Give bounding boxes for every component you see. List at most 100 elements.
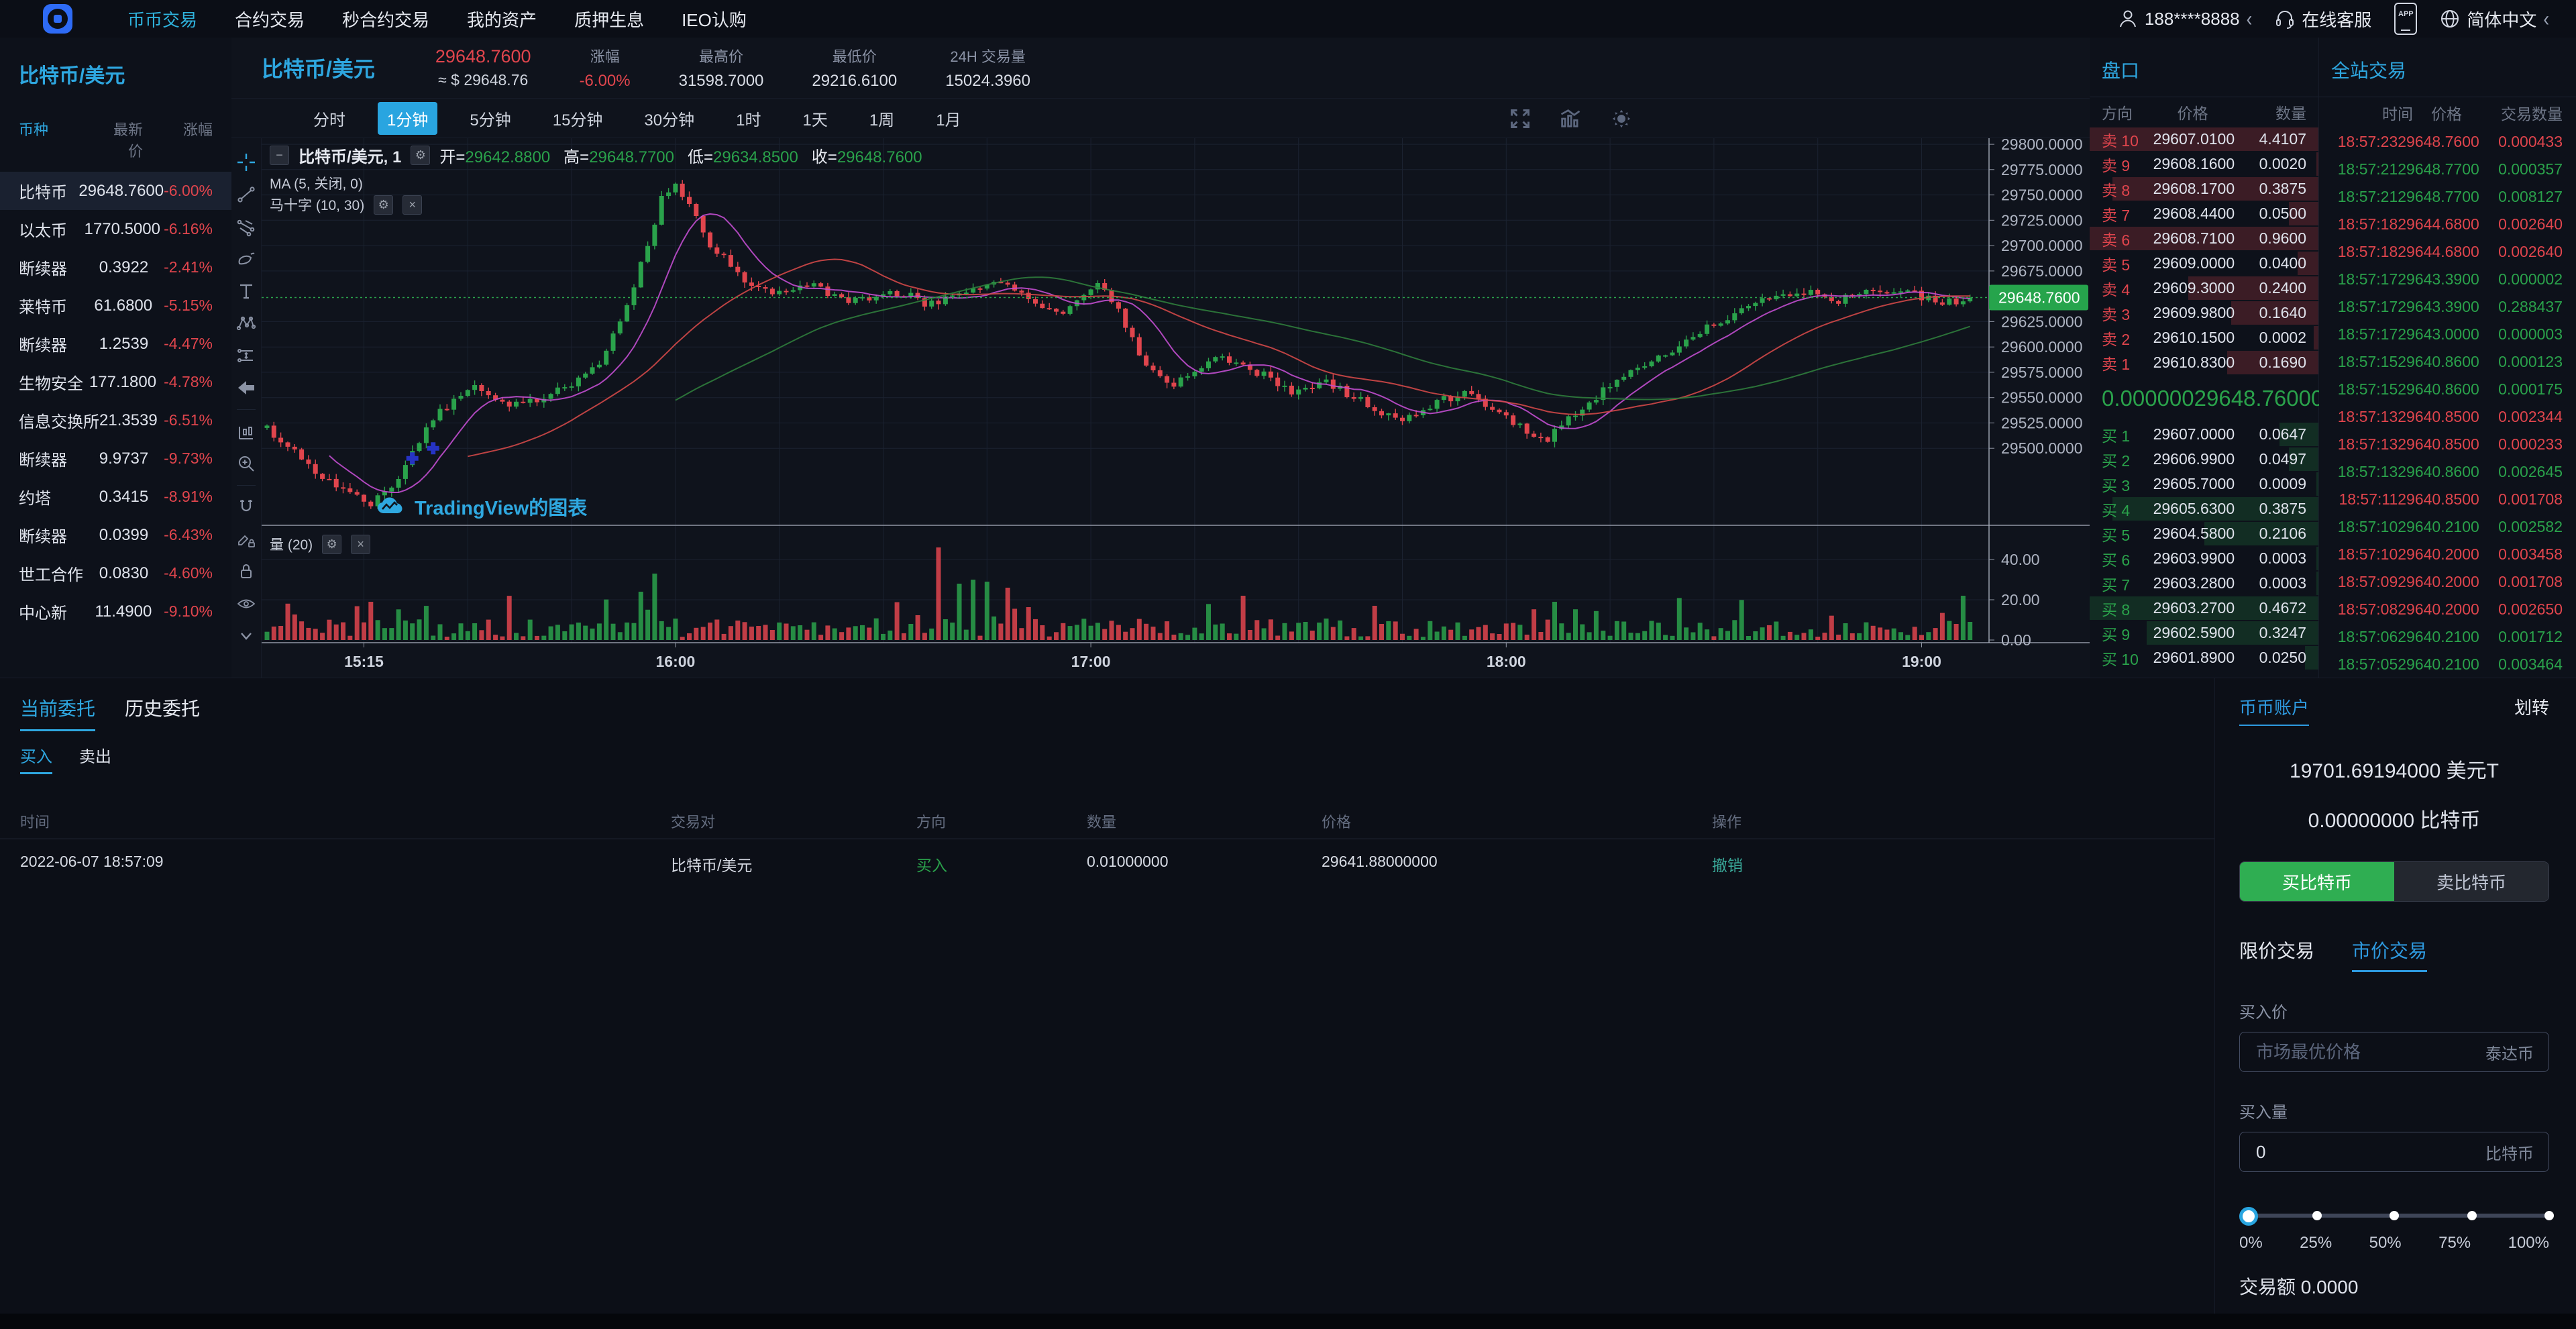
- indicator-close-icon[interactable]: ×: [402, 195, 423, 215]
- nav-menu-item[interactable]: 秒合约交易: [342, 7, 429, 32]
- nav-menu-item[interactable]: 我的资产: [467, 7, 537, 32]
- drawing-toolbar: [231, 138, 262, 678]
- slider-dot-75[interactable]: [2467, 1211, 2477, 1220]
- svg-text:29525.0000: 29525.0000: [2001, 414, 2083, 431]
- bid-row[interactable]: 买 1 29607.0000 0.0647: [2090, 422, 2318, 447]
- chart-settings-gear-icon[interactable]: [1609, 107, 1633, 131]
- toolbar-collapse-chevron-icon[interactable]: [236, 626, 256, 646]
- orders-subtab[interactable]: 卖出: [79, 743, 111, 774]
- slider-dot-25[interactable]: [2312, 1211, 2322, 1220]
- market-row[interactable]: 断续器 0.3922 -2.41%: [0, 248, 231, 286]
- bid-row[interactable]: 买 10 29601.8900 0.0250: [2090, 645, 2318, 670]
- market-row[interactable]: 信息交换所 21.3539 -6.51%: [0, 401, 231, 439]
- market-row[interactable]: 断续器 1.2539 -4.47%: [0, 325, 231, 363]
- indicators-icon[interactable]: [1558, 107, 1582, 130]
- timeframe-button[interactable]: 30分钟: [635, 102, 704, 135]
- ask-row[interactable]: 卖 5 29609.0000 0.0400: [2090, 251, 2318, 276]
- timeframe-button[interactable]: 1天: [793, 102, 837, 135]
- limit-order-tab[interactable]: 限价交易: [2239, 937, 2314, 972]
- market-row[interactable]: 断续器 0.0399 -6.43%: [0, 516, 231, 554]
- timeframe-button[interactable]: 5分钟: [460, 102, 520, 135]
- volume-close-icon[interactable]: ×: [351, 534, 371, 554]
- forecast-tool-icon[interactable]: [236, 421, 256, 441]
- ask-row[interactable]: 卖 8 29608.1700 0.3875: [2090, 176, 2318, 201]
- zoom-in-icon[interactable]: [236, 454, 256, 474]
- tradingview-attribution[interactable]: TradingView的图表: [377, 492, 587, 521]
- slider-thumb[interactable]: [2239, 1207, 2258, 1226]
- undo-arrow-icon[interactable]: [236, 378, 256, 398]
- position-tool-icon[interactable]: [236, 345, 256, 366]
- nav-menu-item[interactable]: 合约交易: [235, 7, 305, 32]
- buy-amount-input[interactable]: [2255, 1140, 2485, 1163]
- timeframe-button[interactable]: 1月: [926, 102, 970, 135]
- candlestick-chart[interactable]: 29800.0000 29775.0000 29750.0000 29725.0000…: [262, 138, 2090, 678]
- app-download-icon[interactable]: APP: [2394, 3, 2418, 35]
- cancel-order-link[interactable]: 撤销: [1712, 853, 1743, 875]
- orders-tab[interactable]: 历史委托: [125, 694, 200, 729]
- language-switcher[interactable]: 简体中文 ‹: [2440, 6, 2549, 32]
- brush-tool-icon[interactable]: [236, 249, 256, 269]
- customer-service-link[interactable]: 在线客服: [2275, 7, 2371, 32]
- exchange-logo-icon[interactable]: [43, 4, 72, 34]
- bid-row[interactable]: 买 8 29603.2700 0.4672: [2090, 596, 2318, 621]
- fullscreen-icon[interactable]: [1509, 107, 1532, 130]
- nav-menu-item[interactable]: 币币交易: [127, 7, 197, 32]
- indicator-gear-icon[interactable]: ⚙: [374, 195, 394, 215]
- legend-collapse-icon[interactable]: −: [270, 146, 289, 165]
- ask-row[interactable]: 卖 10 29607.0100 4.4107: [2090, 127, 2318, 152]
- market-row[interactable]: 莱特币 61.6800 -5.15%: [0, 286, 231, 325]
- ask-row[interactable]: 卖 4 29609.3000 0.2400: [2090, 276, 2318, 301]
- sell-toggle-button[interactable]: 卖比特币: [2394, 862, 2548, 901]
- market-row[interactable]: 以太币 1770.5000 -6.16%: [0, 210, 231, 248]
- bid-row[interactable]: 买 9 29602.5900 0.3247: [2090, 621, 2318, 645]
- volume-gear-icon[interactable]: ⚙: [322, 534, 342, 554]
- globe-icon: [2441, 10, 2459, 28]
- market-row[interactable]: 世工合作 0.0830 -4.60%: [0, 554, 231, 592]
- ask-row[interactable]: 卖 9 29608.1600 0.0020: [2090, 152, 2318, 176]
- nav-right: 188****8888 ‹ 在线客服 APP 简体中文 ‹: [2118, 3, 2576, 35]
- timeframe-button[interactable]: 15分钟: [543, 102, 612, 135]
- pattern-tool-icon[interactable]: [236, 313, 256, 333]
- magnet-tool-icon[interactable]: [236, 497, 256, 517]
- timeframe-button[interactable]: 分时: [304, 102, 355, 135]
- legend-gear-icon[interactable]: ⚙: [411, 146, 431, 165]
- ask-row[interactable]: 卖 1 29610.8300 0.1690: [2090, 350, 2318, 375]
- buy-price-input[interactable]: [2255, 1041, 2485, 1063]
- market-row[interactable]: 断续器 9.9737 -9.73%: [0, 439, 231, 478]
- timeframe-button[interactable]: 1周: [860, 102, 904, 135]
- pitchfork-tool-icon[interactable]: [236, 217, 256, 237]
- ask-row[interactable]: 卖 2 29610.1500 0.0002: [2090, 325, 2318, 350]
- bid-row[interactable]: 买 3 29605.7000 0.0009: [2090, 472, 2318, 496]
- trend-line-tool-icon[interactable]: [236, 184, 256, 205]
- ask-row[interactable]: 卖 3 29609.9800 0.1640: [2090, 301, 2318, 325]
- lock-icon[interactable]: [236, 562, 256, 582]
- market-row[interactable]: 生物安全 177.1800 -4.78%: [0, 363, 231, 401]
- bid-row[interactable]: 买 6 29603.9900 0.0003: [2090, 546, 2318, 571]
- visibility-eye-icon[interactable]: [236, 594, 256, 614]
- timeframe-button[interactable]: 1时: [727, 102, 770, 135]
- ask-row[interactable]: 卖 7 29608.4400 0.0500: [2090, 201, 2318, 226]
- market-row[interactable]: 比特币 29648.7600 -6.00%: [0, 172, 231, 210]
- account-menu[interactable]: 188****8888 ‹: [2118, 6, 2252, 30]
- crosshair-tool-icon[interactable]: [236, 152, 256, 172]
- bid-row[interactable]: 买 7 29603.2800 0.0003: [2090, 571, 2318, 596]
- bid-row[interactable]: 买 2 29606.9900 0.0497: [2090, 447, 2318, 472]
- timeframe-button[interactable]: 1分钟: [378, 101, 438, 135]
- drawing-lock-icon[interactable]: [236, 529, 256, 549]
- slider-dot-50[interactable]: [2390, 1211, 2399, 1220]
- orders-subtab[interactable]: 买入: [20, 743, 52, 774]
- ask-row[interactable]: 卖 6 29608.7100 0.9600: [2090, 226, 2318, 251]
- nav-menu-item[interactable]: IEO认购: [682, 7, 747, 32]
- text-tool-icon[interactable]: [236, 281, 256, 301]
- bid-row[interactable]: 买 5 29604.5800 0.2106: [2090, 521, 2318, 546]
- spot-account-link[interactable]: 币币账户: [2239, 694, 2310, 726]
- nav-menu-item[interactable]: 质押生息: [574, 7, 644, 32]
- bid-row[interactable]: 买 4 29605.6300 0.3875: [2090, 496, 2318, 521]
- transfer-link[interactable]: 划转: [2514, 694, 2549, 719]
- slider-dot-100[interactable]: [2544, 1211, 2554, 1220]
- market-row[interactable]: 约塔 0.3415 -8.91%: [0, 478, 231, 516]
- buy-toggle-button[interactable]: 买比特币: [2240, 862, 2394, 901]
- market-row[interactable]: 中心新 11.4900 -9.10%: [0, 592, 231, 631]
- orders-tab[interactable]: 当前委托: [20, 694, 96, 731]
- market-order-tab[interactable]: 市价交易: [2352, 937, 2428, 972]
